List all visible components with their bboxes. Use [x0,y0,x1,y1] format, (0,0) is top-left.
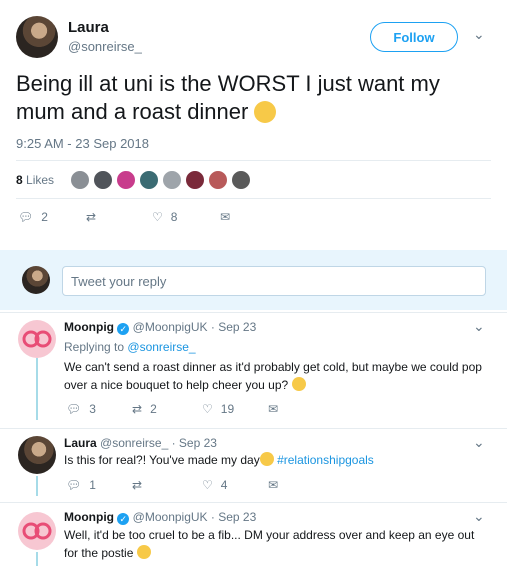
reply-action[interactable]: 💬︎ 2 [18,210,48,224]
like-action[interactable]: ♡ 4 [202,478,227,492]
reply-date[interactable]: · Sep 23 [172,436,217,450]
crying-face-emoji-icon [259,452,274,466]
liker-avatar[interactable] [208,170,228,190]
reply-action[interactable]: 💬︎ 1 [66,478,96,492]
reply-date[interactable]: · Sep 23 [211,510,256,524]
reply-author-handle[interactable]: @MoonpigUK [133,320,208,334]
retweet-icon[interactable]: ⇄ [86,210,96,224]
dm-action[interactable]: ✉ [220,210,230,224]
reply-author-handle[interactable]: @MoonpigUK [133,510,208,524]
like-action[interactable]: ♡ 19 [202,402,234,416]
reply-author-name[interactable]: Moonpig [64,320,114,334]
reply-text-body: Is this for real?! You've made my day [64,453,260,467]
likes-label: Likes [26,173,55,187]
liker-avatar[interactable] [162,170,182,190]
retweet-action[interactable]: ⇄ 2 [132,402,157,416]
likes-count: 8 [16,173,23,187]
liker-avatar[interactable] [93,170,113,190]
moonpig-logo-icon [22,522,52,540]
like-action[interactable]: ♡ 8 [152,210,177,224]
moonpig-avatar[interactable] [18,512,56,550]
chevron-down-icon[interactable]: ⌄ [473,318,485,335]
reply-count: 3 [89,402,96,416]
reply-avatar[interactable] [18,436,56,474]
reply-icon[interactable]: 💬︎ [66,478,81,492]
divider [0,312,507,313]
reply-input[interactable]: Tweet your reply [62,266,486,296]
retweet-action[interactable]: ⇄ [132,478,142,492]
envelope-icon[interactable]: ✉ [268,478,278,492]
envelope-icon[interactable]: ✉ [220,210,230,224]
replying-to: Replying to @sonreirse_ [64,340,196,354]
reply-text: Is this for real?! You've made my day #r… [64,451,484,469]
reply-count: 2 [41,210,48,224]
retweet-icon[interactable]: ⇄ [132,478,142,492]
heart-icon[interactable]: ♡ [152,210,163,224]
tweet-text: Being ill at uni is the WORST I just wan… [16,70,486,126]
liker-avatar[interactable] [70,170,90,190]
divider [16,160,491,161]
tweet-timestamp[interactable]: 9:25 AM - 23 Sep 2018 [16,136,149,151]
liker-avatar[interactable] [231,170,251,190]
retweet-action[interactable]: ⇄ [86,210,96,224]
relieved-face-emoji-icon [136,545,151,559]
thread-line [36,552,38,566]
heart-icon[interactable]: ♡ [202,402,213,416]
like-count: 8 [170,210,178,224]
moonpig-avatar[interactable] [18,320,56,358]
reply-date[interactable]: · Sep 23 [211,320,256,334]
crying-face-emoji-icon [254,101,277,123]
liker-avatar[interactable] [116,170,136,190]
divider [16,198,491,199]
chevron-down-icon[interactable]: ⌄ [473,508,485,525]
follow-button[interactable]: Follow [370,22,458,52]
tweet-text-body: Being ill at uni is the WORST I just wan… [16,71,440,124]
reply-text-body: Well, it'd be too cruel to be a fib... D… [64,528,475,560]
verified-badge-icon: ✓ [117,323,130,335]
moonpig-logo-icon [22,330,52,348]
like-count: 19 [220,402,235,416]
author-name[interactable]: Laura [68,19,109,36]
reply-action[interactable]: 💬︎ 3 [66,402,96,416]
dm-action[interactable]: ✉ [268,402,278,416]
retweet-count: 2 [150,402,157,416]
chevron-down-icon[interactable]: ⌄ [473,434,485,451]
divider [0,428,507,429]
liker-avatar[interactable] [139,170,159,190]
thread-line [36,476,38,496]
likes-summary[interactable]: 8 Likes [16,173,54,187]
author-avatar[interactable] [16,16,58,58]
reply-icon[interactable]: 💬︎ [66,402,81,416]
reply-1-header: Moonpig ✓ @MoonpigUK · Sep 23 [64,320,256,335]
liker-avatars[interactable] [70,170,270,190]
author-handle[interactable]: @sonreirse_ [68,39,142,54]
hashtag-link[interactable]: #relationshipgoals [277,453,374,467]
replying-to-handle[interactable]: @sonreirse_ [127,340,195,354]
current-user-avatar [22,266,50,294]
dm-action[interactable]: ✉ [268,478,278,492]
reply-text: Well, it'd be too cruel to be a fib... D… [64,526,484,562]
reply-2-header: Laura @sonreirse_ · Sep 23 [64,436,217,450]
heart-icon[interactable]: ♡ [202,478,213,492]
like-count: 4 [220,478,228,492]
blushing-face-emoji-icon [291,377,306,391]
reply-icon[interactable]: 💬︎ [18,210,33,224]
reply-author-name[interactable]: Laura [64,436,97,450]
reply-author-handle[interactable]: @sonreirse_ [100,436,168,450]
retweet-icon[interactable]: ⇄ [132,402,142,416]
reply-text: We can't send a roast dinner as it'd pro… [64,358,484,394]
replying-to-prefix: Replying to [64,340,125,354]
thread-line [36,358,38,420]
verified-badge-icon: ✓ [117,513,130,525]
liker-avatar[interactable] [185,170,205,190]
divider [0,502,507,503]
reply-text-body: We can't send a roast dinner as it'd pro… [64,360,482,392]
reply-3-header: Moonpig ✓ @MoonpigUK · Sep 23 [64,510,256,525]
reply-placeholder: Tweet your reply [71,273,167,289]
envelope-icon[interactable]: ✉ [268,402,278,416]
reply-author-name[interactable]: Moonpig [64,510,114,524]
reply-count: 1 [89,478,96,492]
chevron-down-icon[interactable]: ⌄ [473,26,485,43]
